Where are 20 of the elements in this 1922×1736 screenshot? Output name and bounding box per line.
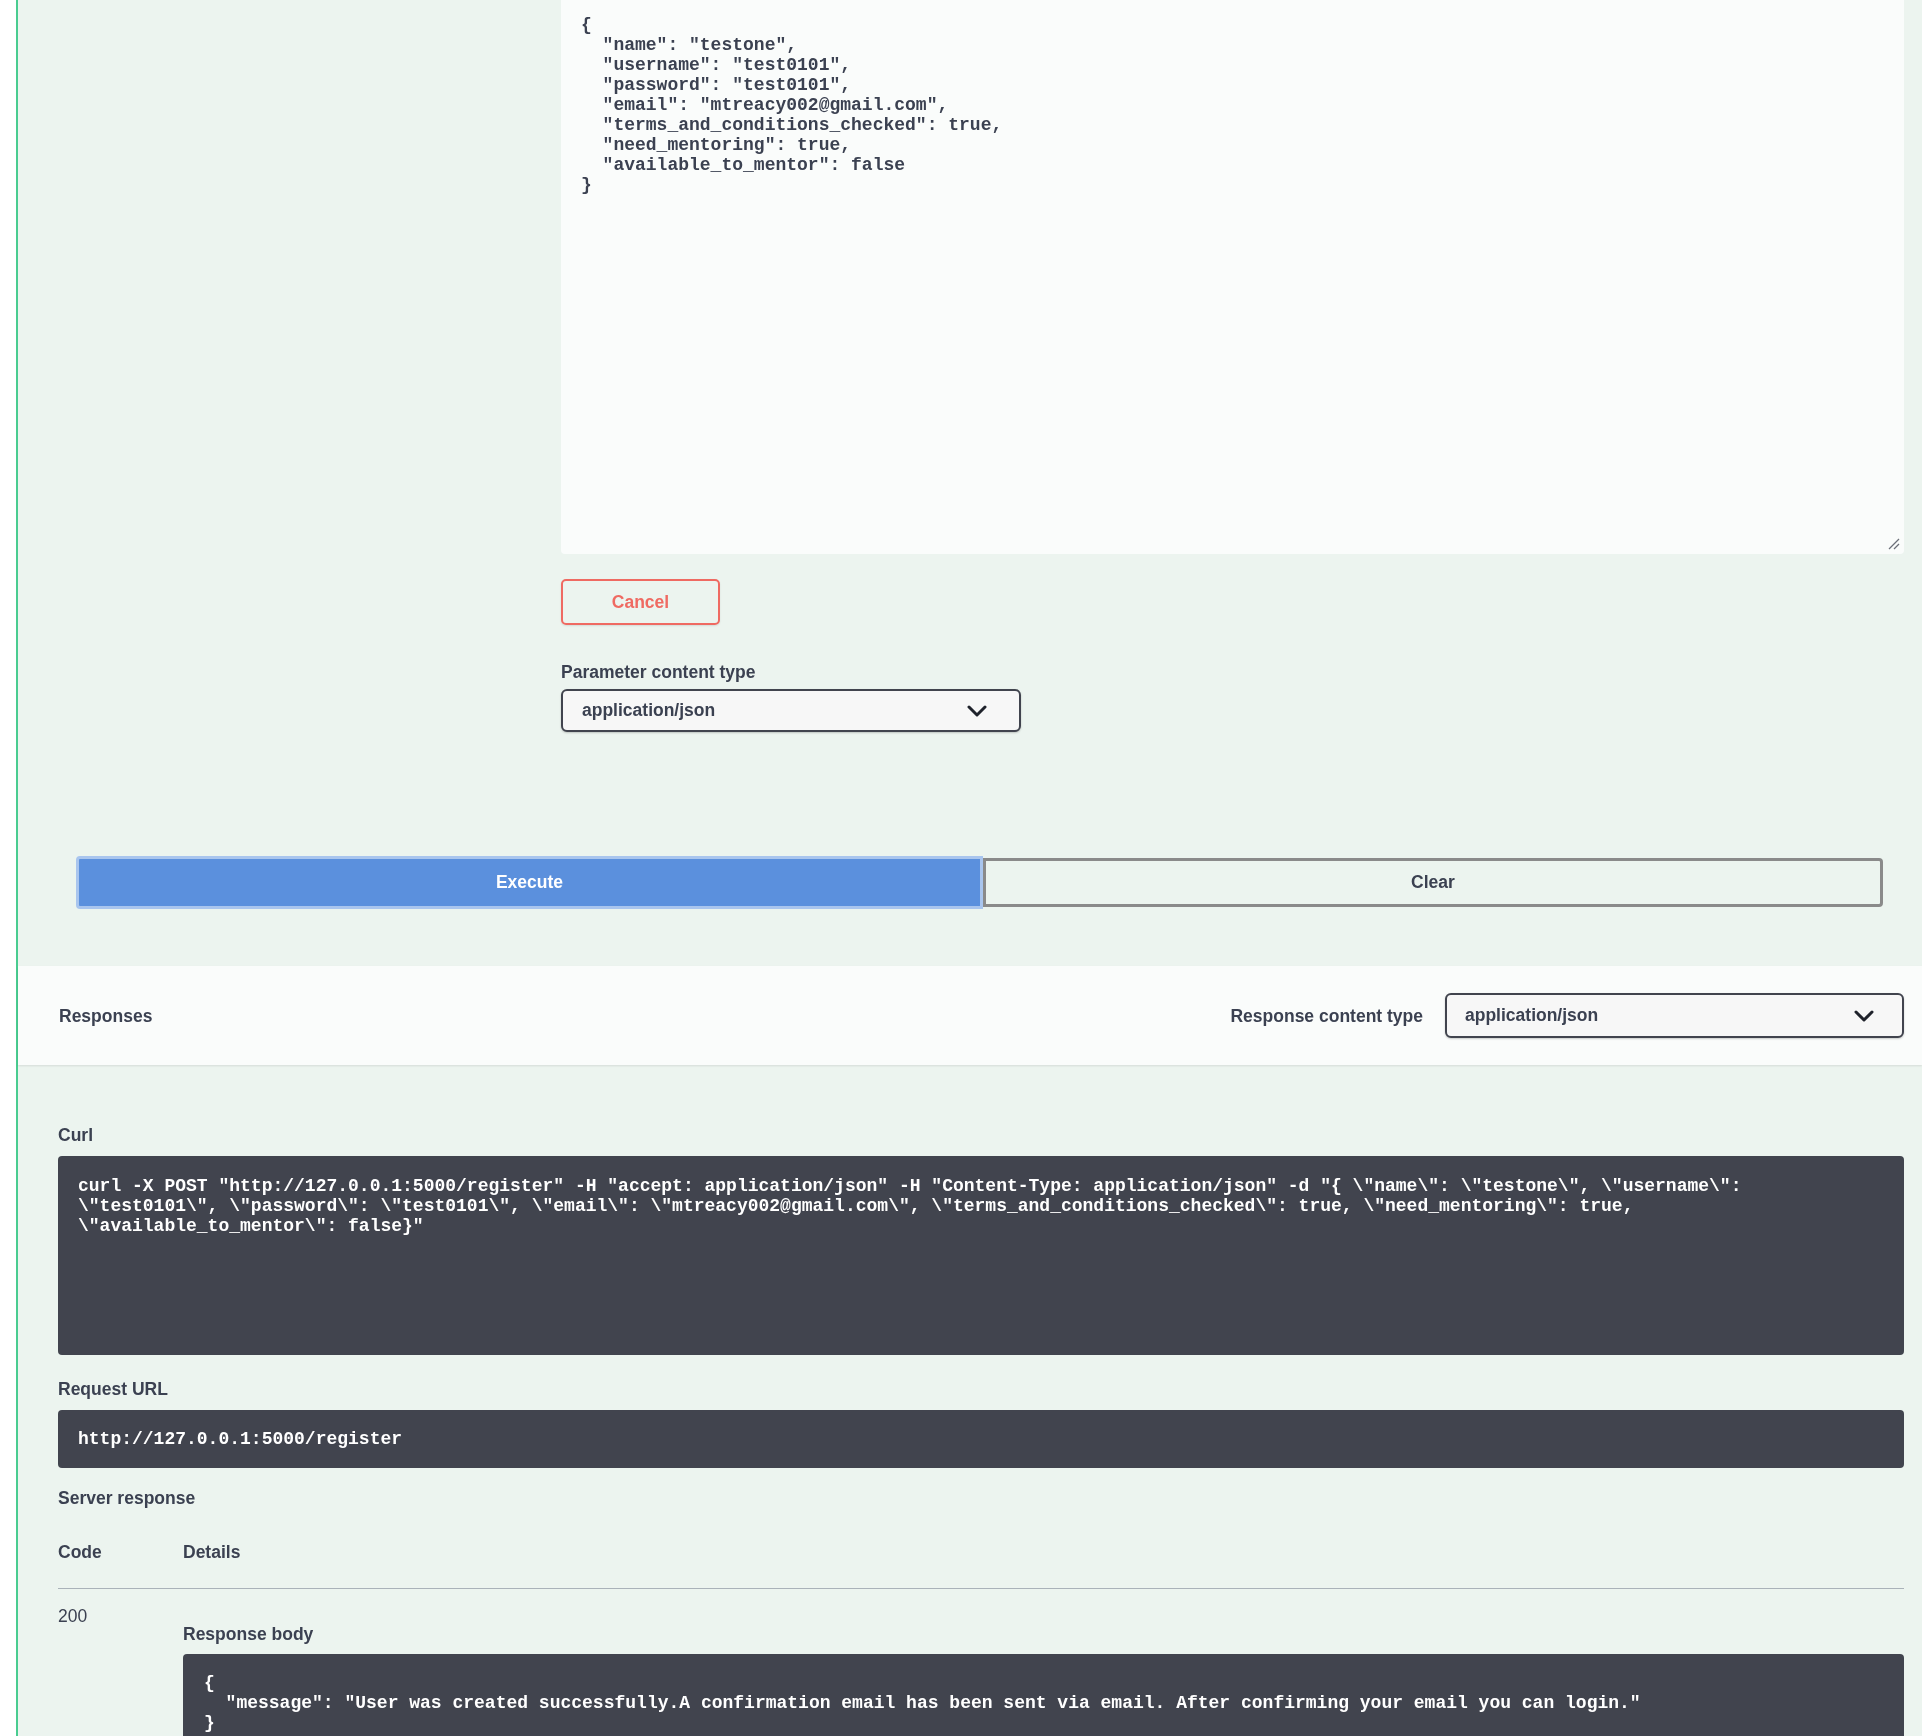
request-body-field[interactable]: { "name": "testone", "username": "test0101", "password": "test0101", "email": "mtreacy002@gmail.com", "terms_and_conditions_checked": true, "need_mentoring": true, "available_to_mentor": false } bbox=[561, 0, 1904, 554]
column-header: Code bbox=[58, 1541, 103, 1563]
content-type-select[interactable]: application/json bbox=[1445, 993, 1904, 1038]
field-label: Parameter content type bbox=[561, 661, 756, 683]
content-type-select[interactable]: application/json bbox=[561, 689, 1021, 732]
resize-handle-icon[interactable] bbox=[1888, 538, 1900, 550]
chevron-icon bbox=[1854, 1009, 1874, 1022]
section-label: Server response bbox=[58, 1487, 196, 1509]
section-label: Response body bbox=[183, 1623, 314, 1645]
curl-command-block: curl -X POST "http://127.0.0.1:5000/register" -H "accept: application/json" -H "Content-Type: application/json" -d "{ \"name\": \"testone\", \"username\": \"test0101\", \"password\": \"test0101\", \"email\": \"mtreacy002@gmail.com\", \"terms_and_conditions_checked\": true, \"need_mentoring\": true, \"available_to_mentor\": false}" bbox=[58, 1156, 1904, 1355]
status-code: 200 bbox=[58, 1605, 88, 1627]
column-header: Details bbox=[183, 1541, 241, 1563]
field-label: Response content type bbox=[1230, 1004, 1423, 1027]
section-title: Responses bbox=[59, 1004, 153, 1027]
clear-button[interactable]: Clear bbox=[983, 858, 1883, 907]
section-label: Request URL bbox=[58, 1378, 168, 1400]
section-label: Curl bbox=[58, 1124, 93, 1146]
response-body-block: { "message": "User was created successfully.A confirmation email has been sent via email. After confirming your email you can login." } bbox=[183, 1654, 1904, 1736]
request-url-block: http://127.0.0.1:5000/register bbox=[58, 1410, 1904, 1468]
chevron-icon bbox=[967, 704, 987, 717]
